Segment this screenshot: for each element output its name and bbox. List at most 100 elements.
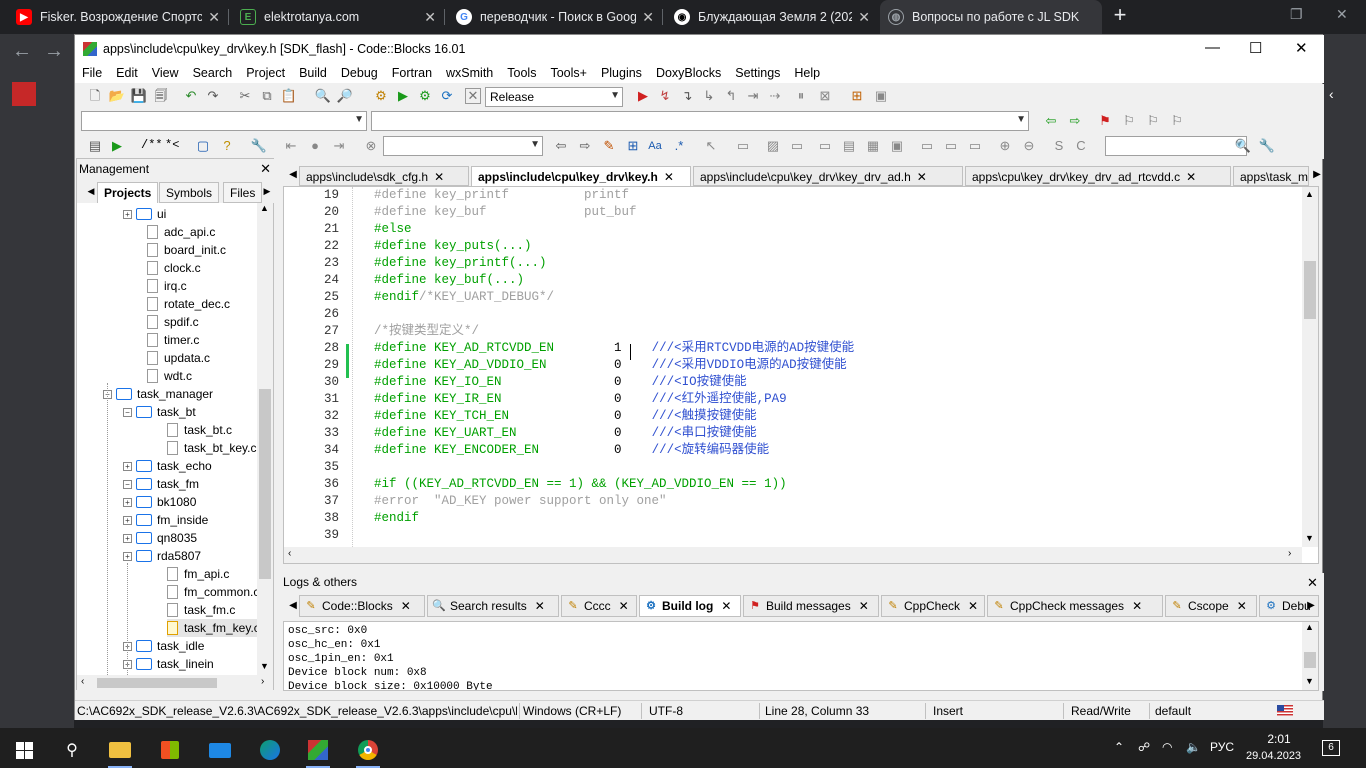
bookmark-next-icon[interactable]: ⚐ <box>1145 113 1161 129</box>
browser-tab-3[interactable]: G переводчик - Поиск в Google ✕ <box>448 0 662 34</box>
tree-file[interactable]: wdt.c <box>147 367 192 385</box>
tree-vertical-scrollbar[interactable]: ▲ ▼ <box>257 203 273 675</box>
tree-file[interactable]: fm_common.c <box>167 583 257 601</box>
tree-folder[interactable]: + qn8035 <box>123 529 197 547</box>
scroll-thumb[interactable] <box>97 678 217 688</box>
pause-icon[interactable]: ⏸ <box>793 88 809 104</box>
browser-tab-5-active[interactable]: ◍ Вопросы по работе с JL SDK <box>880 0 1102 34</box>
build-and-run-icon[interactable]: ⚙ <box>417 88 433 104</box>
menu-debug[interactable]: Debug <box>334 66 385 80</box>
editor-tab-sdk-cfg[interactable]: apps\include\sdk_cfg.h ✕ <box>299 166 469 186</box>
step-out-icon[interactable]: ↰ <box>723 88 739 104</box>
scroll-up-icon[interactable]: ▲ <box>1305 189 1314 199</box>
prev-arrow-icon[interactable]: ⇦ <box>553 138 569 154</box>
close-icon[interactable]: ✕ <box>1237 599 1247 613</box>
tray-wifi-icon[interactable]: ◠ <box>1162 740 1172 754</box>
tree-folder[interactable]: + task_idle <box>123 637 204 655</box>
code-line[interactable]: /*按键类型定义*/ <box>374 323 479 340</box>
back-arrow-icon[interactable]: ← <box>12 40 32 63</box>
expand-icon[interactable]: + <box>123 551 132 561</box>
new-tab-button[interactable]: + <box>1108 4 1132 28</box>
s-icon[interactable]: S <box>1051 138 1067 154</box>
doxy-help-icon[interactable]: ? <box>219 138 235 154</box>
tree-file[interactable]: task_fm.c <box>167 601 235 619</box>
code-line[interactable]: #define KEY_AD_RTCVDD_EN 1 ///<采用RTCVDD电… <box>374 340 854 357</box>
nav-next-icon[interactable]: ⇥ <box>331 138 347 154</box>
code-line[interactable]: #endif <box>374 510 419 527</box>
tray-network-icon[interactable]: ☍ <box>1138 740 1150 754</box>
run-icon[interactable]: ▶ <box>395 88 411 104</box>
tree-file[interactable]: task_bt_key.c <box>167 439 256 457</box>
editor-tab-rtcvdd[interactable]: apps\cpu\key_drv\key_drv_ad_rtcvdd.c ✕ <box>965 166 1231 186</box>
tray-time[interactable]: 2:01 <box>1254 732 1304 746</box>
build-log-output[interactable]: ▲ ▼ osc_src: 0x0 osc_hc_en: 0x1 osc_1pin_e… <box>283 621 1319 691</box>
menu-help[interactable]: Help <box>787 66 827 80</box>
search-icon[interactable]: ⚲ <box>52 732 92 768</box>
scroll-thumb[interactable] <box>1304 652 1316 668</box>
chevron-left-icon[interactable]: ‹ <box>1329 86 1334 102</box>
scroll-down-icon[interactable]: ▼ <box>1305 533 1314 543</box>
code-line[interactable]: #define KEY_AD_VDDIO_EN 0 ///<采用VDDIO电源的… <box>374 357 847 374</box>
scroll-right-icon[interactable]: › <box>1288 548 1291 559</box>
tree-folder[interactable]: + task_linein <box>123 655 214 673</box>
expand-icon[interactable]: + <box>123 497 132 507</box>
window-close-icon[interactable]: ✕ <box>1336 6 1348 23</box>
close-icon[interactable]: ✕ <box>642 9 654 26</box>
tree-folder[interactable]: − task_bt <box>123 403 196 421</box>
tray-date[interactable]: 29.04.2023 <box>1246 750 1301 762</box>
log-tab[interactable]: ⚑ Build messages ✕ <box>743 595 879 617</box>
editor-tab-task-ma[interactable]: apps\task_ma <box>1233 166 1309 186</box>
scroll-thumb[interactable] <box>259 389 271 579</box>
wx-box-icon[interactable]: ▣ <box>889 138 905 154</box>
save-icon[interactable]: 💾 <box>131 88 147 104</box>
build-target-select[interactable]: Release ▼ <box>485 87 623 107</box>
tab-projects[interactable]: Projects <box>97 182 159 203</box>
log-tab[interactable]: ✎ CppCheck ✕ <box>881 595 985 617</box>
code-line[interactable]: #define KEY_TCH_EN 0 ///<触摸按键使能 <box>374 408 757 425</box>
tree-file[interactable]: task_bt.c <box>167 421 232 439</box>
code-line[interactable]: #define key_printf(...) <box>374 255 547 272</box>
tab-symbols[interactable]: Symbols <box>159 182 220 203</box>
block-comment-button[interactable]: /** <box>141 138 163 152</box>
menu-file[interactable]: File <box>75 66 109 80</box>
log-tab[interactable]: ✎ Cscope ✕ <box>1165 595 1257 617</box>
close-icon[interactable]: ✕ <box>208 9 220 26</box>
c-icon[interactable]: C <box>1073 138 1089 154</box>
menu-tools[interactable]: Tools <box>500 66 543 80</box>
expand-icon[interactable]: + <box>123 461 132 471</box>
close-icon[interactable]: ✕ <box>1132 599 1142 613</box>
scroll-thumb[interactable] <box>1304 261 1316 319</box>
tree-folder[interactable]: + task_echo <box>123 457 212 475</box>
abort-icon[interactable]: ✕ <box>465 88 481 104</box>
pointer-icon[interactable]: ↖ <box>703 138 719 154</box>
next-line-icon[interactable]: ↴ <box>679 88 695 104</box>
debug-start-icon[interactable]: ▶ <box>635 88 651 104</box>
tree-file[interactable]: task_fm_key.c <box>167 619 257 637</box>
code-line[interactable]: #define KEY_IO_EN 0 ///<IO按键使能 <box>374 374 747 391</box>
regex-icon[interactable]: .* <box>671 138 687 154</box>
tree-file[interactable]: spdif.c <box>147 313 199 331</box>
code-line[interactable]: #define key_buf(...) <box>374 272 524 289</box>
code-line[interactable]: #error "AD_KEY power support only one" <box>374 493 667 510</box>
start-button[interactable] <box>4 732 44 768</box>
tree-folder[interactable]: + ui <box>123 205 166 223</box>
function-select[interactable]: ▼ <box>371 111 1029 131</box>
doxy-html-icon[interactable]: ▢ <box>195 138 211 154</box>
code-line[interactable]: #define key_puts(...) <box>374 238 532 255</box>
tab-scroll-right-icon[interactable]: ▶ <box>259 183 275 199</box>
tree-file[interactable]: fm_api.c <box>167 565 229 583</box>
maximize-icon[interactable]: ☐ <box>1249 39 1262 57</box>
save-all-icon[interactable]: 🗐 <box>153 88 169 104</box>
code-line[interactable]: #define KEY_IR_EN 0 ///<红外遥控使能,PA9 <box>374 391 787 408</box>
code-line[interactable]: #if ((KEY_AD_RTCVDD_EN == 1) && (KEY_AD_… <box>374 476 787 493</box>
stop-debug-icon[interactable]: ⊠ <box>817 88 833 104</box>
tree-file[interactable]: adc_api.c <box>147 223 215 241</box>
tree-file[interactable]: updata.c <box>147 349 210 367</box>
collapse-icon[interactable]: − <box>123 479 132 489</box>
code-line[interactable]: #define KEY_UART_EN 0 ///<串口按键使能 <box>374 425 757 442</box>
taskbar-file-explorer[interactable] <box>100 732 140 768</box>
step-instruction-icon[interactable]: ⇢ <box>767 88 783 104</box>
symbol-search-select[interactable]: ▼ <box>383 136 543 156</box>
log-tab[interactable]: ✎ CppCheck messages ✕ <box>987 595 1163 617</box>
close-icon[interactable]: ✕ <box>1295 39 1308 57</box>
